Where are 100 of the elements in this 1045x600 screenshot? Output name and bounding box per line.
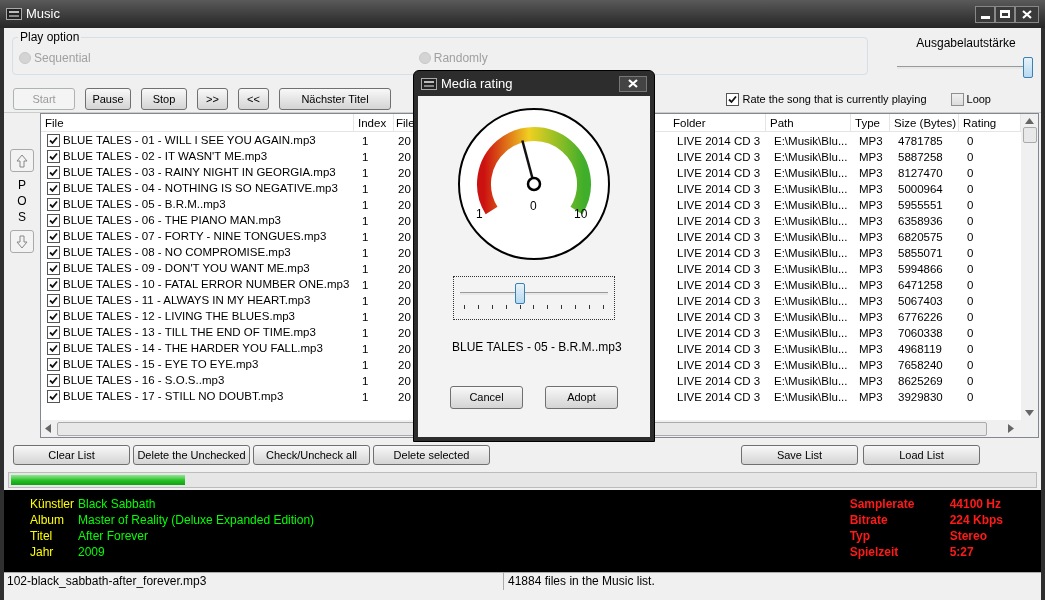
scrollbar-thumb[interactable]: [1022, 127, 1037, 143]
gauge-max-label: 10: [574, 207, 588, 221]
table-cell: 20: [398, 327, 411, 339]
info-value: Black Sabbath: [78, 497, 157, 511]
dialog-title: Media rating: [441, 74, 513, 93]
row-checkbox[interactable]: [47, 197, 60, 211]
info-label: Künstler: [30, 497, 76, 511]
column-header[interactable]: File: [41, 114, 354, 131]
column-header[interactable]: Folder: [669, 114, 766, 131]
playback-button[interactable]: >>: [197, 88, 228, 110]
row-checkbox[interactable]: [47, 261, 60, 275]
info-value: Stereo: [949, 529, 988, 543]
playback-button[interactable]: Stop: [141, 88, 187, 110]
table-cell: 6776226: [898, 311, 943, 323]
vertical-scrollbar[interactable]: [1021, 114, 1038, 420]
list-action-button[interactable]: Delete selected: [373, 445, 490, 465]
close-button[interactable]: [619, 75, 647, 92]
table-cell: LIVE 2014 CD 3: [677, 199, 761, 211]
table-cell: 20: [398, 375, 411, 387]
row-checkbox[interactable]: [47, 293, 60, 307]
scroll-up-icon[interactable]: [1025, 118, 1034, 124]
table-cell: E:\Musik\Blu...: [774, 135, 848, 147]
loop-checkbox[interactable]: [950, 92, 964, 106]
status-file: 102-black_sabbath-after_forever.mp3: [4, 573, 504, 590]
close-icon[interactable]: [628, 79, 638, 88]
list-action-button[interactable]: Load List: [863, 445, 980, 465]
table-cell: LIVE 2014 CD 3: [677, 327, 761, 339]
info-label: Spielzeit: [849, 545, 900, 559]
table-cell: 1: [362, 167, 369, 179]
playback-button[interactable]: <<: [238, 88, 269, 110]
row-checkbox[interactable]: [47, 277, 60, 291]
list-action-button[interactable]: Check/Uncheck all: [253, 445, 370, 465]
table-cell: LIVE 2014 CD 3: [677, 311, 761, 323]
row-checkbox[interactable]: [47, 245, 60, 259]
table-cell: E:\Musik\Blu...: [774, 199, 848, 211]
position-letter: O: [17, 193, 27, 209]
table-cell: 20: [398, 135, 411, 147]
row-checkbox[interactable]: [47, 389, 60, 403]
minimize-button[interactable]: [975, 5, 995, 23]
table-cell: 6471258: [898, 279, 943, 291]
info-value: 5:27: [949, 545, 975, 559]
column-header[interactable]: Type: [851, 114, 890, 131]
list-action-button[interactable]: Clear List: [13, 445, 130, 465]
row-checkbox[interactable]: [47, 213, 60, 227]
row-checkbox[interactable]: [47, 133, 60, 147]
volume-slider[interactable]: [897, 57, 1033, 79]
playback-button[interactable]: Pause: [85, 88, 131, 110]
table-cell: 20: [398, 231, 411, 243]
table-cell: LIVE 2014 CD 3: [677, 359, 761, 371]
playback-button[interactable]: Nächster Titel: [279, 88, 391, 110]
close-icon[interactable]: [1022, 9, 1032, 19]
table-cell-text: BLUE TALES - 16 - S.O.S..mp3: [63, 373, 225, 388]
scroll-right-icon[interactable]: [1008, 424, 1014, 433]
row-checkbox[interactable]: [47, 357, 60, 371]
position-letter: S: [18, 209, 26, 225]
table-cell: 20: [398, 199, 411, 211]
table-cell: 0: [967, 231, 974, 243]
rating-slider[interactable]: [453, 276, 615, 320]
rate-checkbox[interactable]: [726, 92, 740, 106]
volume-thumb[interactable]: [1023, 57, 1033, 78]
info-label: Samplerate: [849, 497, 916, 511]
table-cell-text: BLUE TALES - 06 - THE PIANO MAN.mp3: [63, 213, 281, 228]
list-action-button[interactable]: Save List: [741, 445, 858, 465]
cancel-button[interactable]: Cancel: [450, 386, 523, 409]
table-cell: MP3: [859, 375, 883, 387]
table-cell: 7658240: [898, 359, 943, 371]
row-checkbox[interactable]: [47, 325, 60, 339]
row-checkbox[interactable]: [47, 309, 60, 323]
slider-thumb[interactable]: [515, 283, 526, 304]
row-checkbox[interactable]: [47, 229, 60, 243]
table-cell: LIVE 2014 CD 3: [677, 391, 761, 403]
row-checkbox[interactable]: [47, 341, 60, 355]
maximize-button[interactable]: [995, 5, 1015, 23]
row-checkbox[interactable]: [47, 149, 60, 163]
adopt-button[interactable]: Adopt: [545, 386, 618, 409]
volume-label: Ausgabelautstärke: [916, 35, 1016, 52]
table-cell: 1: [362, 247, 369, 259]
row-checkbox[interactable]: [47, 165, 60, 179]
table-cell: 8127470: [898, 167, 943, 179]
scroll-down-icon[interactable]: [1025, 410, 1034, 416]
table-cell: 5067403: [898, 295, 943, 307]
table-cell: 6820575: [898, 231, 943, 243]
row-checkbox[interactable]: [47, 373, 60, 387]
info-value: 224 Kbps: [949, 513, 1003, 527]
table-cell: 0: [967, 375, 974, 387]
row-checkbox[interactable]: [47, 181, 60, 195]
column-header[interactable]: Index: [354, 114, 394, 131]
table-cell: LIVE 2014 CD 3: [677, 215, 761, 227]
table-cell: 5887258: [898, 151, 943, 163]
list-action-button[interactable]: Delete the Unchecked: [133, 445, 250, 465]
table-cell: 0: [967, 295, 974, 307]
info-label: Jahr: [30, 545, 55, 559]
window-icon: [6, 8, 22, 20]
table-cell: 0: [967, 279, 974, 291]
table-cell: 1: [362, 327, 369, 339]
scroll-left-icon[interactable]: [45, 424, 51, 433]
table-cell: LIVE 2014 CD 3: [677, 167, 761, 179]
column-header[interactable]: Path: [766, 114, 851, 131]
close-button[interactable]: [1015, 5, 1039, 23]
column-header[interactable]: Size (Bytes): [890, 114, 959, 131]
